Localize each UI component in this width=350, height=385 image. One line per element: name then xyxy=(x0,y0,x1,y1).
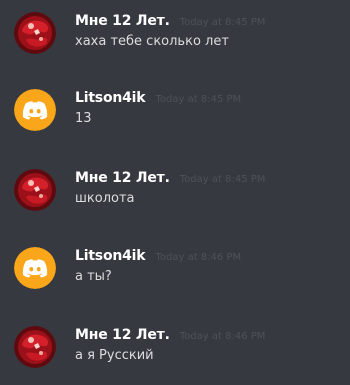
message-text: а я Русский xyxy=(75,348,154,363)
message-text: хаха тебе сколько лет xyxy=(75,34,229,49)
message-text: 13 xyxy=(75,111,92,126)
red-ball-avatar[interactable] xyxy=(14,326,56,368)
message-item: Мне 12 Лет. Today at 8:46 PM а я Русский xyxy=(0,322,350,382)
message-header: Мне 12 Лет. Today at 8:46 PM xyxy=(75,324,265,343)
username[interactable]: Litson4ik xyxy=(75,90,146,106)
message-text: школота xyxy=(75,191,135,206)
timestamp: Today at 8:46 PM xyxy=(179,331,266,342)
red-ball-icon xyxy=(14,12,56,54)
timestamp: Today at 8:45 PM xyxy=(179,17,266,28)
timestamp: Today at 8:45 PM xyxy=(179,174,266,185)
username[interactable]: Litson4ik xyxy=(75,248,146,264)
username[interactable]: Мне 12 Лет. xyxy=(75,327,170,343)
message-item: Litson4ik Today at 8:45 PM 13 xyxy=(0,85,350,145)
message-item: Litson4ik Today at 8:46 PM а ты? xyxy=(0,243,350,303)
timestamp: Today at 8:46 PM xyxy=(155,252,242,263)
red-ball-icon xyxy=(14,326,56,368)
message-header: Мне 12 Лет. Today at 8:45 PM xyxy=(75,167,265,186)
message-item: Мне 12 Лет. Today at 8:45 PM школота xyxy=(0,165,350,225)
discord-logo-icon xyxy=(14,247,56,289)
discord-default-avatar[interactable] xyxy=(14,247,56,289)
red-ball-icon xyxy=(14,169,56,211)
message-item: Мне 12 Лет. Today at 8:45 PM хаха тебе с… xyxy=(0,8,350,68)
chat-message-list: Мне 12 Лет. Today at 8:45 PM хаха тебе с… xyxy=(0,0,350,385)
red-ball-avatar[interactable] xyxy=(14,169,56,211)
username[interactable]: Мне 12 Лет. xyxy=(75,13,170,29)
timestamp: Today at 8:45 PM xyxy=(155,94,242,105)
message-header: Litson4ik Today at 8:46 PM xyxy=(75,245,241,264)
discord-logo-icon xyxy=(14,89,56,131)
message-header: Litson4ik Today at 8:45 PM xyxy=(75,87,241,106)
discord-default-avatar[interactable] xyxy=(14,89,56,131)
red-ball-avatar[interactable] xyxy=(14,12,56,54)
username[interactable]: Мне 12 Лет. xyxy=(75,170,170,186)
message-header: Мне 12 Лет. Today at 8:45 PM xyxy=(75,10,265,29)
message-text: а ты? xyxy=(75,269,112,284)
